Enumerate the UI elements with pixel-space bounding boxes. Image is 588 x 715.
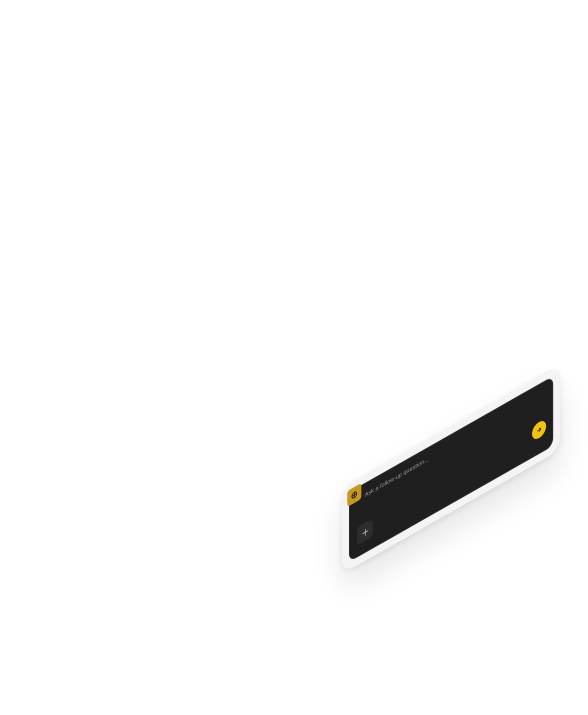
add-button[interactable]: [356, 518, 373, 546]
send-button[interactable]: [532, 418, 547, 442]
page: Ask a follow-up question...: [0, 0, 588, 715]
plus-icon: [361, 528, 368, 536]
arrow-icon: [536, 427, 542, 432]
chat-composer: Ask a follow-up question...: [341, 364, 561, 574]
